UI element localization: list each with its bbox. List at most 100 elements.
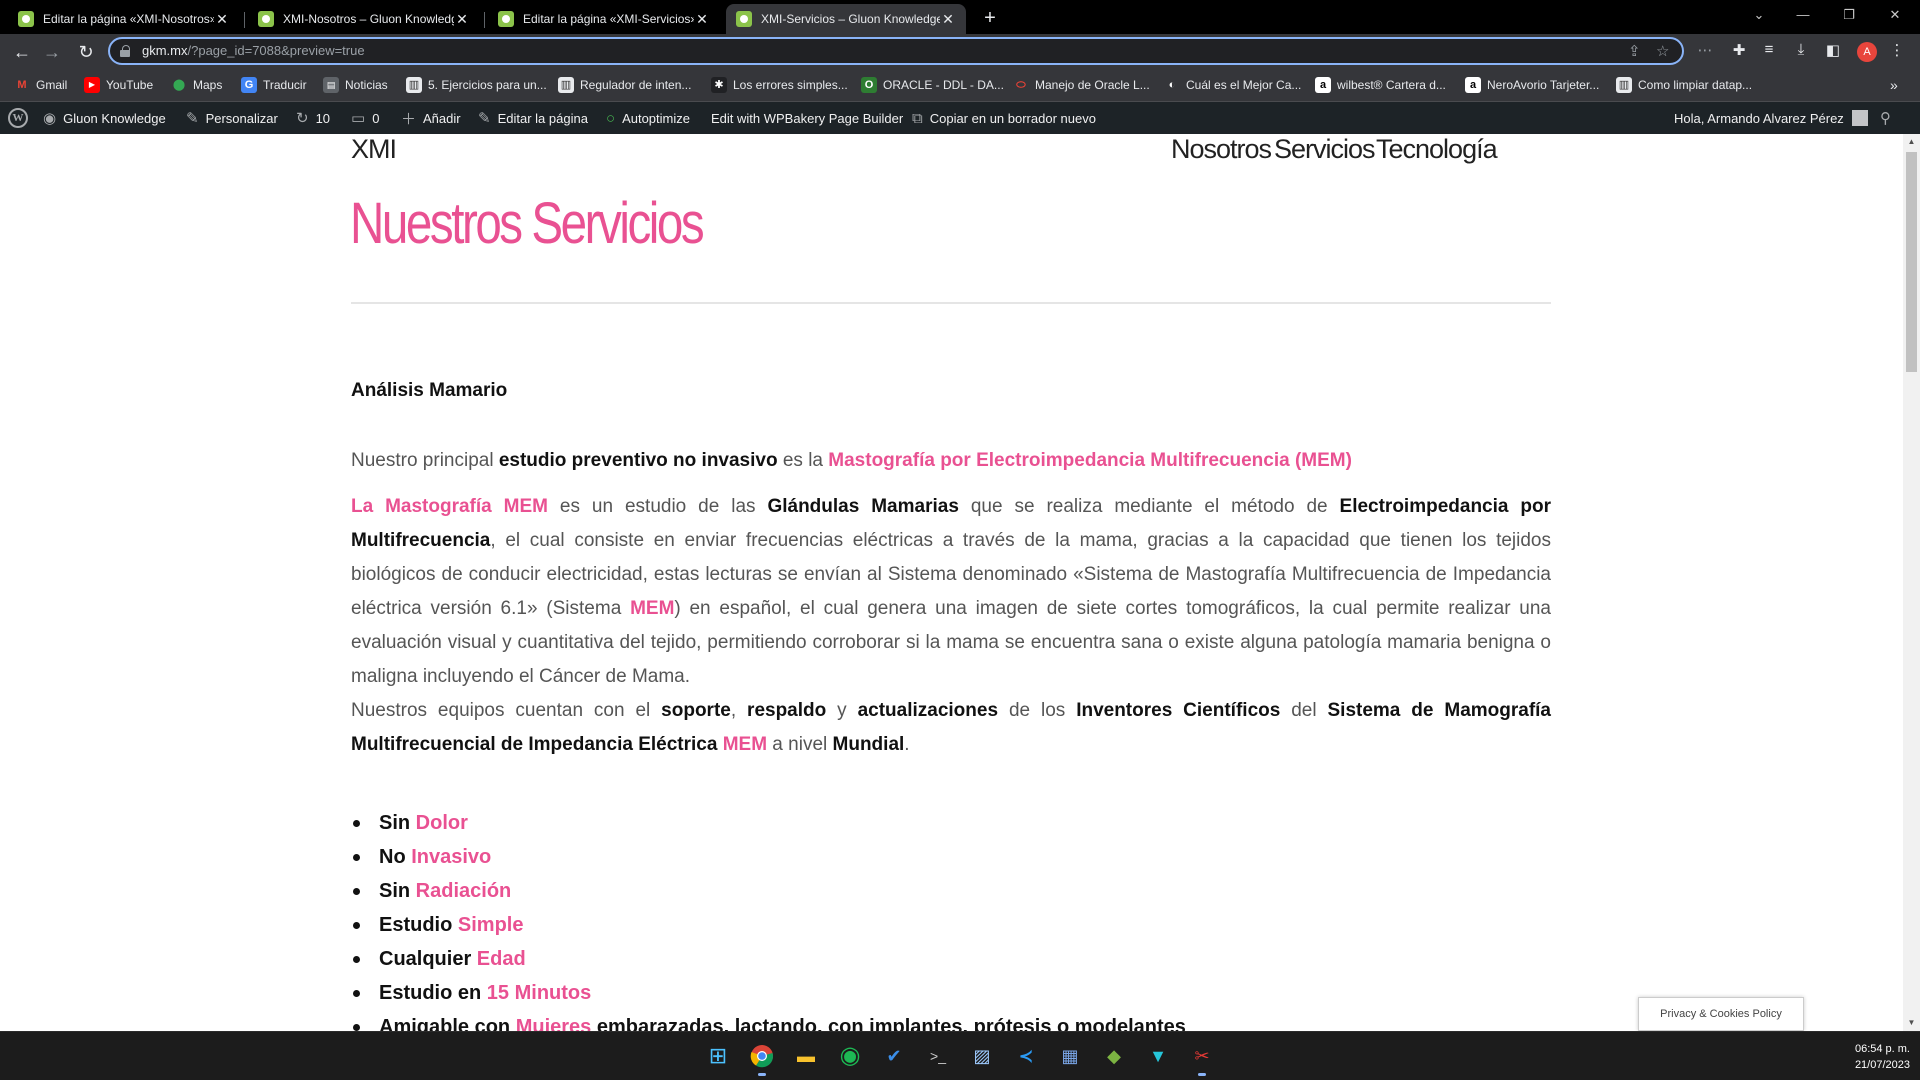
menu-item-nosotros[interactable]: Nosotros xyxy=(1171,134,1272,165)
bookmark-oracle-manejo[interactable]: ⬭ Manejo de Oracle L... xyxy=(1013,77,1149,93)
oracle-icon: ⬭ xyxy=(1016,79,1026,91)
address-bar[interactable]: gkm.mx/?page_id=7088&preview=true ⇪ ☆ xyxy=(108,37,1684,65)
privacy-cookies-button[interactable]: Privacy & Cookies Policy xyxy=(1638,997,1804,1031)
scroll-down-arrow-icon[interactable]: ▼ xyxy=(1903,1018,1920,1027)
bookmark-limpiar[interactable]: ▥ Como limpiar datap... xyxy=(1616,77,1752,93)
reload-button[interactable]: ↻ xyxy=(72,38,100,66)
photos-icon[interactable]: ▨ xyxy=(967,1041,997,1071)
back-button[interactable]: ← xyxy=(8,38,36,66)
tab-edit-nosotros[interactable]: Editar la página «XMI-Nosotros» ✕ xyxy=(8,4,240,34)
bookmark-gmail[interactable]: M Gmail xyxy=(14,77,67,93)
page-scrollbar[interactable]: ▲ ▼ xyxy=(1903,134,1920,1031)
tab-search-icon[interactable]: ⌄ xyxy=(1736,2,1782,28)
new-tab-button[interactable]: + xyxy=(976,5,1004,33)
document-icon: ▥ xyxy=(1616,77,1632,93)
chrome-icon[interactable] xyxy=(747,1041,777,1076)
text-highlight: Radiación xyxy=(415,880,512,902)
extension-dots-icon[interactable]: ⋯ xyxy=(1694,41,1716,59)
terminal-icon[interactable]: >_ xyxy=(923,1041,953,1071)
game-icon[interactable]: ◆ xyxy=(1099,1041,1129,1071)
bookmark-ejercicios[interactable]: ▥ 5. Ejercicios para un... xyxy=(406,77,547,93)
wp-user-menu[interactable]: Hola, Armando Alvarez Pérez xyxy=(1674,102,1868,134)
features-list: Sin Dolor No Invasivo Sin Radiación Estu… xyxy=(351,806,1551,1031)
menu-item-tecnologia[interactable]: Tecnología xyxy=(1376,134,1498,165)
todo-icon[interactable]: ✔ xyxy=(879,1041,909,1071)
profile-avatar[interactable]: A xyxy=(1857,42,1877,62)
tab-close-icon[interactable]: ✕ xyxy=(694,11,710,28)
spotify-icon[interactable]: ◉ xyxy=(835,1041,865,1071)
wp-comments-count: 0 xyxy=(372,110,380,126)
wp-site-name[interactable]: ◉ Gluon Knowledge xyxy=(43,102,166,134)
start-icon[interactable]: ⊞ xyxy=(703,1041,733,1071)
bookmark-errores[interactable]: ✱ Los errores simples... xyxy=(711,77,848,93)
bookmark-label: Los errores simples... xyxy=(733,78,848,92)
text-highlight: Simple xyxy=(457,914,524,936)
tab-close-icon[interactable]: ✕ xyxy=(214,11,230,28)
wp-edit-page[interactable]: ✎ Editar la página xyxy=(478,102,588,134)
bookmark-label: YouTube xyxy=(106,78,154,92)
bookmark-youtube[interactable]: ▶ YouTube xyxy=(84,77,153,93)
tab-title: XMI-Servicios – Gluon Knowledge xyxy=(761,12,940,26)
forward-button[interactable]: → xyxy=(38,38,66,66)
restore-button[interactable]: ❐ xyxy=(1826,2,1872,28)
database-icon[interactable]: ▦ xyxy=(1055,1041,1085,1071)
site-favicon-icon xyxy=(258,11,274,27)
url-text[interactable]: gkm.mx/?page_id=7088&preview=true xyxy=(142,43,365,58)
tab-xmi-nosotros[interactable]: XMI-Nosotros – Gluon Knowledge ✕ xyxy=(248,4,480,34)
wp-copy-draft[interactable]: ⧉ Copiar en un borrador nuevo xyxy=(912,102,1096,134)
wp-autoptimize[interactable]: ○ Autoptimize xyxy=(606,102,690,134)
bookmark-mejor[interactable]: ◐ Cuál es el Mejor Ca... xyxy=(1164,77,1302,93)
tab-xmi-servicios[interactable]: XMI-Servicios – Gluon Knowledge ✕ xyxy=(726,4,966,34)
file-explorer-icon[interactable]: ▬ xyxy=(791,1041,821,1071)
wp-customize[interactable]: ✎ Personalizar xyxy=(186,102,278,134)
lock-icon[interactable] xyxy=(120,45,130,57)
wp-comments[interactable]: ▭ 0 xyxy=(351,102,379,134)
bookmark-label: Gmail xyxy=(36,78,68,92)
vscode-icon[interactable]: ≺ xyxy=(1011,1041,1041,1071)
extensions-puzzle-icon[interactable]: ✚ xyxy=(1728,41,1750,59)
tab-close-icon[interactable]: ✕ xyxy=(454,11,470,28)
minimize-button[interactable]: — xyxy=(1780,2,1826,28)
bookmark-translate[interactable]: G Traducir xyxy=(241,77,307,93)
menu-kebab-icon[interactable]: ⋮ xyxy=(1886,41,1908,59)
bookmark-news[interactable]: ▤ Noticias xyxy=(323,77,388,93)
wp-updates[interactable]: ↻ 10 xyxy=(296,102,330,134)
menu-item-servicios[interactable]: Servicios xyxy=(1274,134,1376,165)
share-icon[interactable]: ⇪ xyxy=(1628,42,1641,60)
text-highlight: 15 Minutos xyxy=(486,982,592,1004)
bookmark-regulador[interactable]: ▥ Regulador de inten... xyxy=(558,77,691,93)
wp-wpbakery[interactable]: Edit with WPBakery Page Builder xyxy=(711,102,903,134)
site-logo[interactable]: XMI xyxy=(351,134,397,165)
wp-logo-menu[interactable]: W xyxy=(8,102,28,134)
text-highlight: Invasivo xyxy=(411,846,492,868)
globe-icon: ◐ xyxy=(1168,79,1176,91)
list-item: Estudio en 15 Minutos xyxy=(351,976,1551,1010)
wp-add-new[interactable]: ＋ Añadir xyxy=(401,102,461,134)
wp-search[interactable]: ⚲ xyxy=(1880,102,1898,134)
bookmark-wilbest[interactable]: a wilbest® Cartera d... xyxy=(1315,77,1446,93)
bookmark-label: wilbest® Cartera d... xyxy=(1337,78,1446,92)
text: y xyxy=(826,700,858,721)
media-controls-icon[interactable]: ≡ xyxy=(1758,41,1780,58)
tab-strip: Editar la página «XMI-Nosotros» ✕ XMI-No… xyxy=(0,0,1920,34)
vpn-icon[interactable]: ▼ xyxy=(1143,1041,1173,1071)
text-bold: Mundial xyxy=(832,734,905,755)
scrollbar-thumb[interactable] xyxy=(1906,152,1917,372)
side-panel-icon[interactable]: ◧ xyxy=(1822,41,1844,59)
close-window-button[interactable]: ✕ xyxy=(1872,2,1918,28)
text: es un estudio de las xyxy=(548,496,768,517)
dashboard-icon: ◉ xyxy=(43,110,57,127)
bookmark-star-icon[interactable]: ☆ xyxy=(1656,42,1669,60)
tab-close-icon[interactable]: ✕ xyxy=(940,11,956,28)
bookmark-maps[interactable]: ⬤ Maps xyxy=(171,77,223,93)
bookmarks-overflow-icon[interactable]: » xyxy=(1890,77,1898,93)
snipping-icon[interactable]: ✂ xyxy=(1187,1041,1217,1076)
bookmark-label: Noticias xyxy=(345,78,388,92)
bookmark-neroavorio[interactable]: a NeroAvorio Tarjeter... xyxy=(1465,77,1599,93)
scroll-up-arrow-icon[interactable]: ▲ xyxy=(1903,137,1920,146)
bookmark-oracle-ddl[interactable]: O ORACLE - DDL - DA... xyxy=(861,77,1004,93)
tab-edit-servicios[interactable]: Editar la página «XMI-Servicios» ✕ xyxy=(488,4,720,34)
text: Nuestros equipos cuentan con el xyxy=(351,700,662,721)
system-clock[interactable]: 06:54 p. m. 21/07/2023 xyxy=(1820,1041,1910,1073)
downloads-icon[interactable]: ⤓ xyxy=(1790,41,1812,58)
